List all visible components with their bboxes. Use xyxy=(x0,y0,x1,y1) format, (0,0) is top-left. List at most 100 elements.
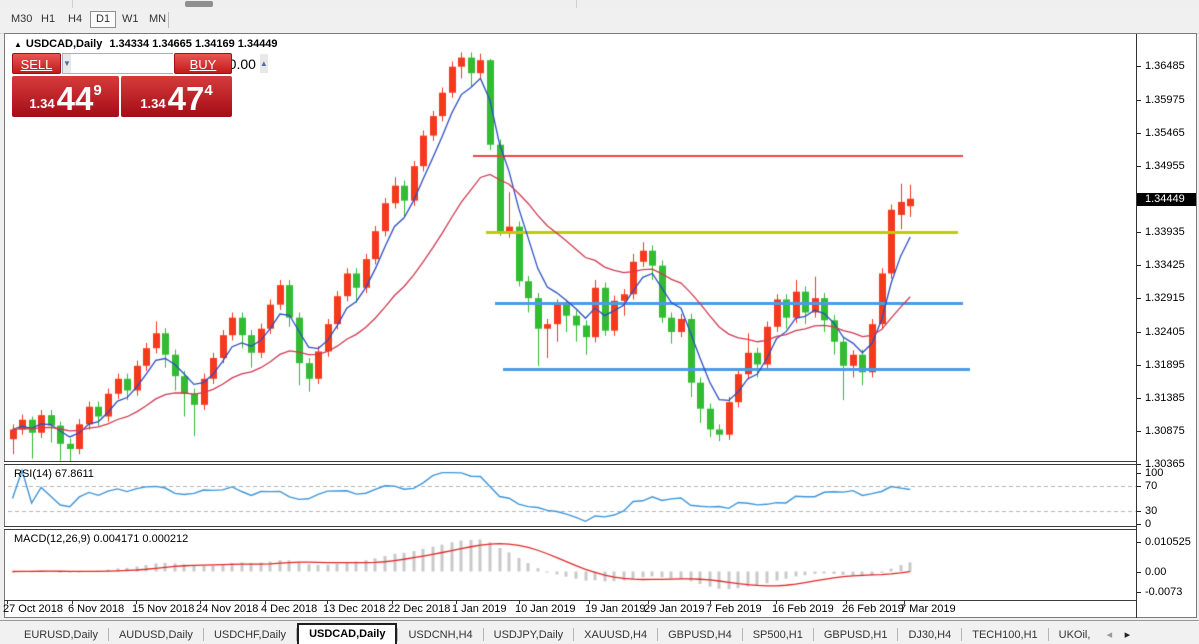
chart-tab-xauusdh4[interactable]: XAUUSD,H4 xyxy=(574,627,657,644)
price-tick-mark xyxy=(1137,431,1141,432)
chart-tab-usdjpydaily[interactable]: USDJPY,Daily xyxy=(484,627,574,644)
date-tick-label: 1 Jan 2019 xyxy=(452,603,506,615)
date-tick-label: 29 Jan 2019 xyxy=(644,603,705,615)
price-tick-label: 1.33935 xyxy=(1145,226,1185,238)
price-tick-label: 1.32405 xyxy=(1145,326,1185,338)
date-tick-label: 19 Jan 2019 xyxy=(585,603,646,615)
price-tick-label: 1.31385 xyxy=(1145,392,1185,404)
buy-price-pips: 4 xyxy=(204,82,212,99)
rsi-tick-label: 70 xyxy=(1145,480,1157,492)
chart-tab-bar: EURUSD,DailyAUDUSD,DailyUSDCHF,DailyUSDC… xyxy=(0,620,1199,644)
timeframe-button-w1[interactable]: W1 xyxy=(117,11,144,28)
rsi-tick-mark xyxy=(1137,486,1141,487)
rsi-tick-mark xyxy=(1137,511,1141,512)
macd-header-label: MACD(12,26,9) 0.004171 0.000212 xyxy=(14,533,188,545)
volume-spinner: ▼ ▲ xyxy=(62,53,173,74)
date-tick-label: 24 Nov 2018 xyxy=(196,603,258,615)
chart-title: ▲ USDCAD,Daily 1.34334 1.34665 1.34169 1.3… xyxy=(14,38,278,52)
price-tick-label: 1.36485 xyxy=(1145,60,1185,72)
volume-increase-button[interactable]: ▲ xyxy=(260,54,268,73)
price-tick-mark xyxy=(1137,166,1141,167)
collapse-icon[interactable]: ▲ xyxy=(14,40,22,49)
price-tick-label: 1.30875 xyxy=(1145,425,1185,437)
date-tick-label: 13 Dec 2018 xyxy=(323,603,385,615)
macd-tick-label: 0.010525 xyxy=(1145,536,1191,548)
chart-tab-dj30h4[interactable]: DJ30,H4 xyxy=(898,627,961,644)
buy-button[interactable]: BUY xyxy=(174,53,232,74)
date-tick-label: 7 Feb 2019 xyxy=(706,603,762,615)
timeframe-button-h4[interactable]: H4 xyxy=(63,11,87,28)
price-tick-label: 1.35465 xyxy=(1145,127,1185,139)
date-tick-label: 16 Feb 2019 xyxy=(772,603,834,615)
buy-price-button[interactable]: 1.34 47 4 xyxy=(121,76,232,117)
current-price-tag: 1.34449 xyxy=(1137,193,1196,206)
macd-tick-label: 0.00 xyxy=(1145,566,1166,578)
chart-tab-usdcnhh4[interactable]: USDCNH,H4 xyxy=(398,627,482,644)
app-window: M30H1H4D1W1MN ▲ USDCAD,Daily 1.34334 1.346… xyxy=(0,0,1199,644)
chart-tab-gbpusdh1[interactable]: GBPUSD,H1 xyxy=(814,627,898,644)
panel-separator xyxy=(4,600,1136,601)
timeframe-button-mn[interactable]: MN xyxy=(144,11,171,28)
sell-price-button[interactable]: 1.34 44 9 xyxy=(12,76,119,117)
rsi-tick-label: 30 xyxy=(1145,505,1157,517)
tabs-scroll-right-button[interactable]: ▸ xyxy=(1118,626,1136,644)
toolbar-separator xyxy=(576,0,577,8)
toolbar-separator xyxy=(72,0,73,8)
chart-tab-audusddaily[interactable]: AUDUSD,Daily xyxy=(109,627,203,644)
date-tick-label: 26 Feb 2019 xyxy=(842,603,904,615)
macd-tick-mark xyxy=(1137,542,1141,543)
price-tick-mark xyxy=(1137,332,1141,333)
sell-price-pips: 9 xyxy=(93,82,101,99)
rsi-tick-label: 100 xyxy=(1145,467,1163,479)
timeframe-toolbar: M30H1H4D1W1MN xyxy=(0,8,1199,34)
date-tick-label: 15 Nov 2018 xyxy=(132,603,194,615)
chart-tab-eurusddaily[interactable]: EURUSD,Daily xyxy=(14,627,108,644)
price-tick-label: 1.32915 xyxy=(1145,292,1185,304)
macd-tick-label: -0.0073 xyxy=(1145,586,1182,598)
tabs-scroll-left-button[interactable]: ◂ xyxy=(1100,626,1118,644)
panel-separator[interactable] xyxy=(4,526,1136,530)
timeframe-button-d1[interactable]: D1 xyxy=(90,11,116,28)
panel-separator[interactable] xyxy=(4,461,1136,465)
price-tick-label: 1.34955 xyxy=(1145,160,1185,172)
timeframe-button-m30[interactable]: M30 xyxy=(6,11,37,28)
price-tick-mark xyxy=(1137,100,1141,101)
date-tick-label: 10 Jan 2019 xyxy=(515,603,576,615)
timeframe-button-h1[interactable]: H1 xyxy=(36,11,60,28)
symbol-period-label: USDCAD,Daily xyxy=(26,38,102,50)
sell-button[interactable]: SELL xyxy=(12,53,61,74)
macd-tick-mark xyxy=(1137,572,1141,573)
price-tick-mark xyxy=(1137,365,1141,366)
price-tick-label: 1.31895 xyxy=(1145,359,1185,371)
price-tick-label: 1.33425 xyxy=(1145,259,1185,271)
buy-price-prefix: 1.34 xyxy=(140,96,165,111)
price-tick-mark xyxy=(1137,398,1141,399)
volume-decrease-button[interactable]: ▼ xyxy=(63,54,71,73)
rsi-tick-label: 0 xyxy=(1145,518,1151,530)
date-tick-label: 6 Nov 2018 xyxy=(68,603,124,615)
buy-price-big: 47 xyxy=(168,84,205,114)
rsi-tick-mark xyxy=(1137,473,1141,474)
date-tick-label: 7 Mar 2019 xyxy=(900,603,956,615)
toolbar-button-fragment xyxy=(185,1,213,7)
chart-tab-gbpusdh4[interactable]: GBPUSD,H4 xyxy=(658,627,742,644)
sell-price-prefix: 1.34 xyxy=(29,96,54,111)
price-tick-label: 1.35975 xyxy=(1145,94,1185,106)
chart-tab-tech100h1[interactable]: TECH100,H1 xyxy=(962,627,1047,644)
price-tick-mark xyxy=(1137,133,1141,134)
price-tick-mark xyxy=(1137,298,1141,299)
rsi-indicator-canvas[interactable] xyxy=(8,466,1136,526)
sell-price-big: 44 xyxy=(57,84,94,114)
chart-tab-usdcaddaily[interactable]: USDCAD,Daily xyxy=(297,623,397,644)
price-tick-mark xyxy=(1137,265,1141,266)
ohlc-values: 1.34334 1.34665 1.34169 1.34449 xyxy=(109,38,277,50)
price-axis-border xyxy=(1136,34,1137,618)
price-tick-mark xyxy=(1137,66,1141,67)
price-tick-mark xyxy=(1137,464,1141,465)
chart-tab-ukoil[interactable]: UKOil, xyxy=(1049,627,1101,644)
date-tick-label: 27 Oct 2018 xyxy=(3,603,63,615)
chart-tab-usdchfdaily[interactable]: USDCHF,Daily xyxy=(204,627,296,644)
chart-tab-sp500h1[interactable]: SP500,H1 xyxy=(743,627,813,644)
rsi-header-label: RSI(14) 67.8611 xyxy=(14,468,94,480)
rsi-tick-mark xyxy=(1137,524,1141,525)
